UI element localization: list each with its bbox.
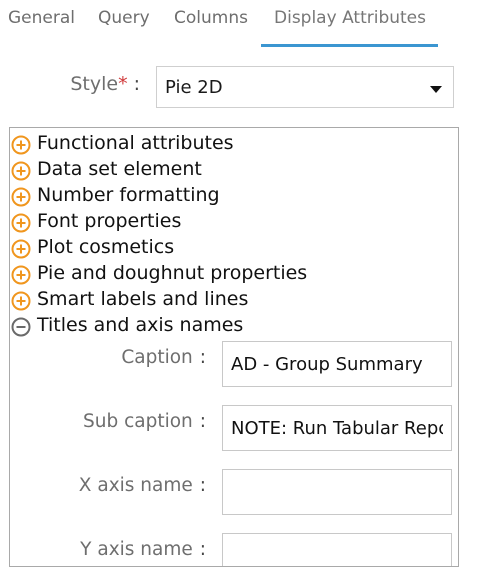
x-axis-name-input[interactable] [222,469,452,515]
section-label: Font properties [37,210,182,232]
chevron-down-icon [430,86,442,93]
x-axis-name-label: X axis name: [79,475,206,496]
plus-circle-icon [11,187,31,207]
tab-bar: General Query Columns Display Attributes [0,0,502,48]
y-axis-name-colon: : [199,539,206,560]
y-axis-name-label: Y axis name: [80,539,206,560]
caption-label: Caption: [121,347,206,368]
style-select-value: Pie 2D [165,77,223,98]
tab-general[interactable]: General [8,8,75,28]
minus-circle-icon [11,317,31,337]
tab-query[interactable]: Query [98,8,150,28]
plus-circle-icon [11,135,31,155]
y-axis-name-label-text: Y axis name [80,539,193,560]
tab-display-attributes[interactable]: Display Attributes [274,8,426,28]
section-label: Data set element [37,158,202,180]
plus-circle-icon [11,265,31,285]
plus-circle-icon [11,161,31,181]
active-tab-indicator [261,44,438,47]
style-label-colon: : [133,73,140,95]
section-label: Titles and axis names [37,314,244,336]
section-label: Plot cosmetics [37,236,175,258]
style-select[interactable]: Pie 2D [156,66,454,108]
style-row: Style*: Pie 2D [0,66,502,110]
section-label: Pie and doughnut properties [37,262,308,284]
plus-circle-icon [11,213,31,233]
caption-colon: : [199,347,206,368]
y-axis-name-input[interactable] [222,533,452,566]
caption-label-text: Caption [121,347,193,368]
plus-circle-icon [11,239,31,259]
caption-input[interactable] [222,341,452,387]
section-label: Functional attributes [37,132,234,154]
sub-caption-colon: : [199,411,206,432]
sub-caption-input[interactable] [222,405,452,451]
sub-caption-label-text: Sub caption [82,411,193,432]
style-label-text: Style [70,73,119,95]
style-label: Style*: [70,73,140,95]
x-axis-name-label-text: X axis name [78,475,193,496]
tab-columns[interactable]: Columns [174,8,248,28]
sub-caption-label: Sub caption: [83,411,206,432]
attributes-panel: Functional attributes Data set element N… [9,127,459,567]
section-label: Number formatting [37,184,220,206]
plus-circle-icon [11,291,31,311]
required-marker: * [118,73,128,95]
x-axis-name-colon: : [199,475,206,496]
section-label: Smart labels and lines [37,288,249,310]
